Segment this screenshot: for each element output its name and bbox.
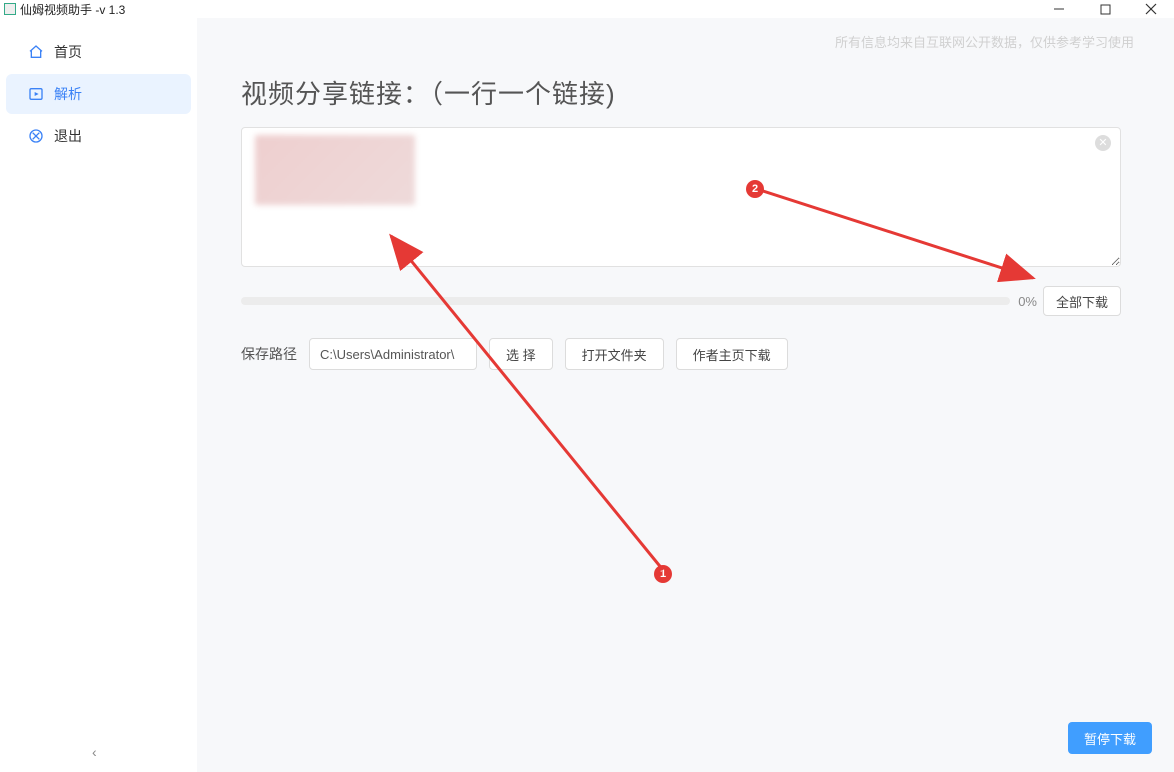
window-controls bbox=[1036, 0, 1174, 18]
annotation-badge-2: 2 bbox=[746, 180, 764, 198]
save-path-label: 保存路径 bbox=[241, 344, 297, 364]
links-textarea-wrap: ✕ bbox=[241, 127, 1121, 270]
choose-path-button[interactable]: 选 择 bbox=[489, 338, 553, 370]
disclaimer-text: 所有信息均来自互联网公开数据，仅供参考学习使用 bbox=[835, 32, 1134, 51]
progress-percent: 0% bbox=[1018, 294, 1037, 309]
close-button[interactable] bbox=[1128, 0, 1174, 18]
progress-bar bbox=[241, 297, 1010, 305]
sidebar-item-label: 退出 bbox=[54, 126, 82, 146]
download-all-button[interactable]: 全部下载 bbox=[1043, 286, 1121, 316]
author-download-button[interactable]: 作者主页下载 bbox=[676, 338, 788, 370]
parse-icon bbox=[28, 86, 44, 102]
main-panel: 所有信息均来自互联网公开数据，仅供参考学习使用 视频分享链接：（一行一个链接) … bbox=[197, 18, 1174, 772]
clear-textarea-button[interactable]: ✕ bbox=[1095, 135, 1111, 151]
sidebar: 首页 解析 退出 ‹ bbox=[0, 18, 197, 772]
progress-row: 0% 全部下载 bbox=[241, 286, 1121, 316]
open-folder-button[interactable]: 打开文件夹 bbox=[565, 338, 664, 370]
app-icon bbox=[4, 3, 16, 15]
sidebar-item-home[interactable]: 首页 bbox=[6, 32, 191, 72]
sidebar-item-parse[interactable]: 解析 bbox=[6, 74, 191, 114]
sidebar-item-exit[interactable]: 退出 bbox=[6, 116, 191, 156]
sidebar-item-label: 首页 bbox=[54, 42, 82, 62]
path-row: 保存路径 选 择 打开文件夹 作者主页下载 bbox=[241, 338, 1138, 370]
save-path-input[interactable] bbox=[309, 338, 477, 370]
home-icon bbox=[28, 44, 44, 60]
page-heading: 视频分享链接：（一行一个链接) bbox=[241, 74, 1138, 111]
title-bar: 仙姆视频助手 -v 1.3 bbox=[0, 0, 1174, 18]
pause-download-button[interactable]: 暂停下载 bbox=[1068, 722, 1152, 754]
minimize-button[interactable] bbox=[1036, 0, 1082, 18]
links-textarea[interactable] bbox=[241, 127, 1121, 267]
annotation-badge-1: 1 bbox=[654, 565, 672, 583]
exit-icon bbox=[28, 128, 44, 144]
window-title: 仙姆视频助手 -v 1.3 bbox=[20, 1, 125, 18]
collapse-sidebar-button[interactable]: ‹ bbox=[92, 744, 97, 760]
maximize-button[interactable] bbox=[1082, 0, 1128, 18]
sidebar-item-label: 解析 bbox=[54, 84, 82, 104]
